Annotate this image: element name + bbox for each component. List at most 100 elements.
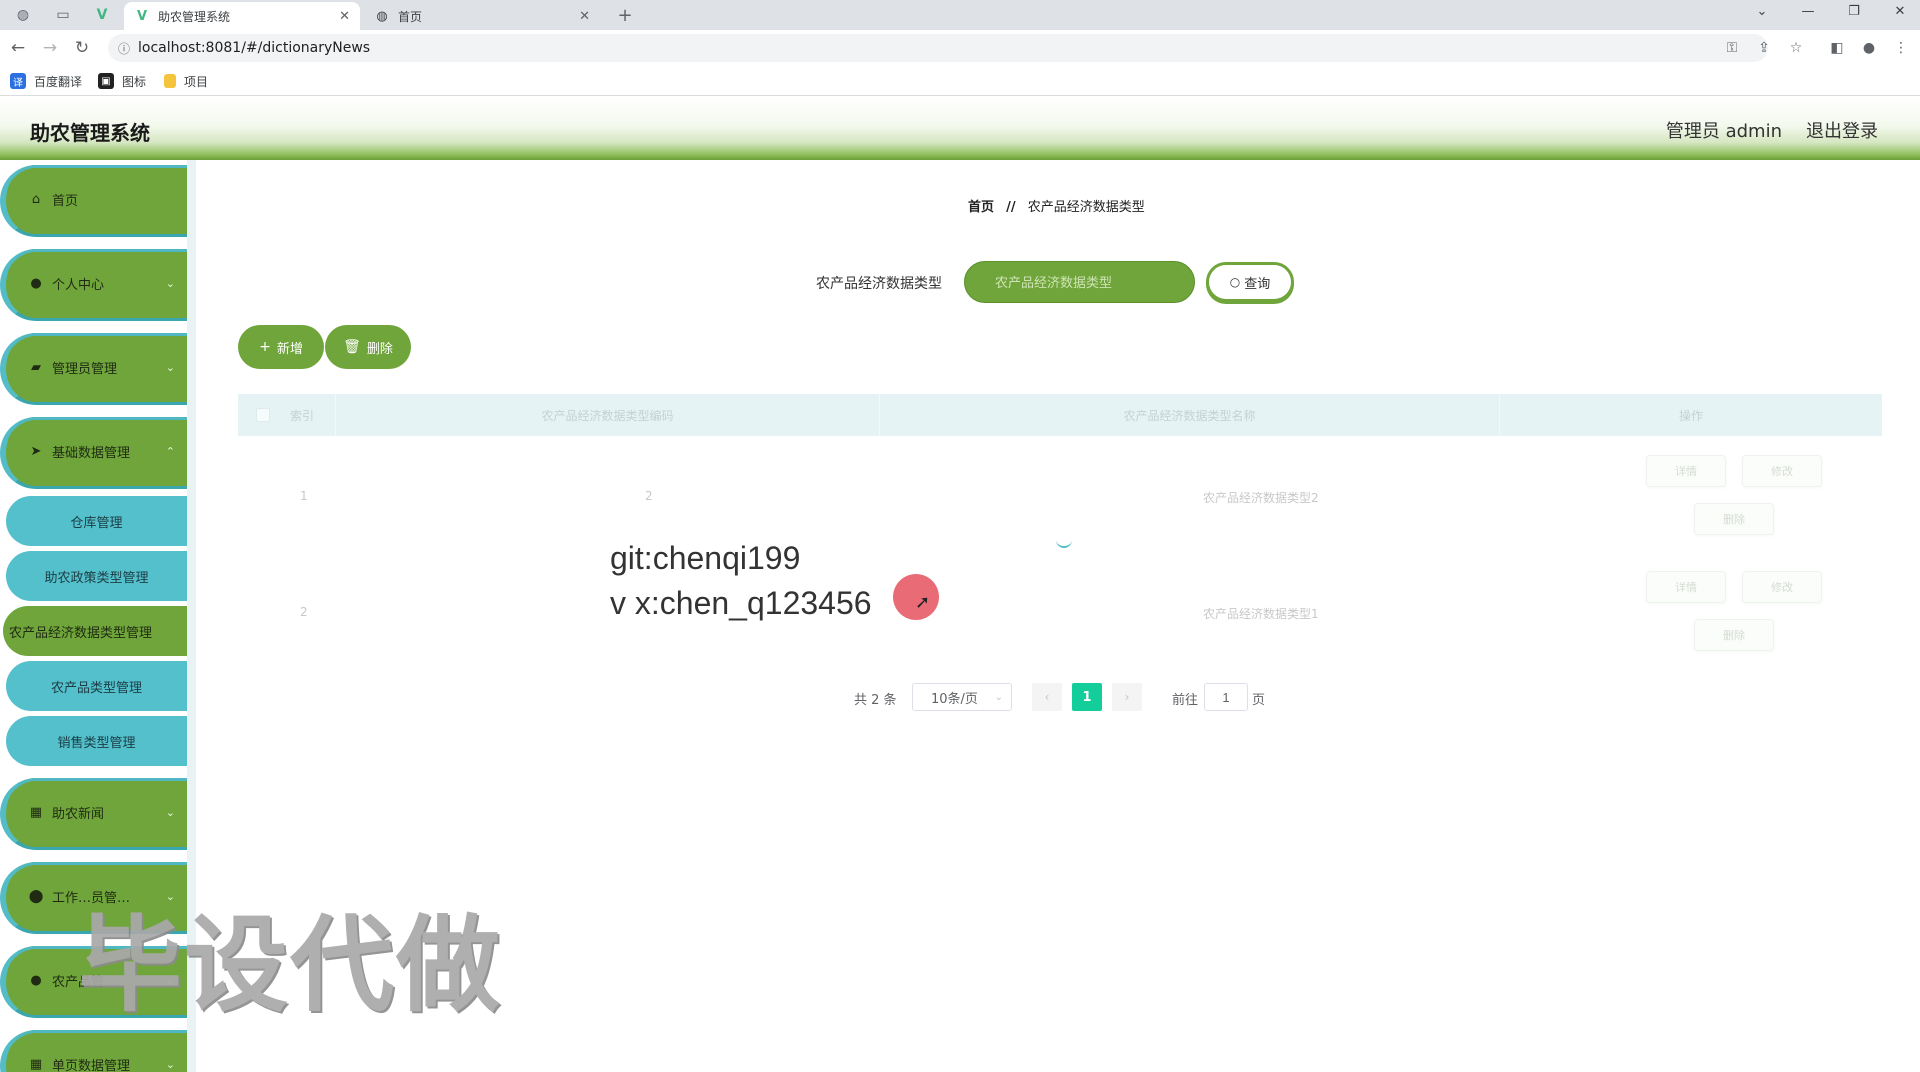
add-button[interactable]: + 新增 bbox=[238, 325, 324, 369]
loading-spinner-icon bbox=[1056, 540, 1072, 548]
goto-label: 前往 bbox=[1172, 693, 1199, 708]
select-all-checkbox[interactable] bbox=[256, 408, 270, 422]
sidebar-item-personal-center[interactable]: ● 个人中心 ⌄ bbox=[0, 249, 187, 321]
sidebar-item-news[interactable]: ▦ 助农新闻 ⌄ bbox=[0, 778, 187, 850]
breadcrumb-current: 农产品经济数据类型 bbox=[1027, 200, 1145, 215]
next-page-button[interactable]: › bbox=[1112, 683, 1142, 711]
submenu-warehouse[interactable]: 仓库管理 bbox=[6, 496, 187, 546]
search-label: 农产品经济数据类型 bbox=[816, 276, 942, 292]
window-close-icon[interactable]: ✕ bbox=[1880, 0, 1920, 22]
submenu-policy-type[interactable]: 助农政策类型管理 bbox=[6, 551, 187, 601]
delete-button[interactable]: 🗑 删除 bbox=[325, 325, 411, 369]
sidebar-item-label: 基础数据管理 bbox=[52, 446, 131, 461]
trash-icon: 🗑 bbox=[343, 339, 361, 355]
current-user: 管理员 admin bbox=[1665, 121, 1782, 142]
info-icon[interactable]: ⓘ bbox=[110, 40, 138, 57]
page-size-select[interactable]: 10条/页 ⌄ bbox=[912, 683, 1012, 711]
sidebar-item-admin-management[interactable]: ▰ 管理员管理 ⌄ bbox=[0, 333, 187, 405]
sidebar-item-single-page[interactable]: ▦ 单页数据管理 ⌄ bbox=[0, 1030, 187, 1072]
bookmarks-bar: 译 百度翻译 ▣ 图标 项目 bbox=[0, 66, 1920, 96]
menu-icon[interactable]: ⋮ bbox=[1889, 36, 1913, 60]
overlay-text-git: git:chenqi199 bbox=[610, 540, 801, 576]
tab-home[interactable]: ◍ 首页 ✕ bbox=[364, 2, 600, 30]
tab-search-icon[interactable]: ⌄ bbox=[1742, 0, 1782, 22]
reload-icon[interactable]: ↻ bbox=[70, 36, 94, 60]
mouse-cursor-icon: ➚ bbox=[915, 592, 931, 613]
bookmark-baidu-translate[interactable]: 译 百度翻译 bbox=[10, 72, 82, 90]
pagination-total: 共 2 条 bbox=[854, 693, 897, 708]
app-title: 助农管理系统 bbox=[30, 121, 150, 145]
query-button-label: 查询 bbox=[1244, 276, 1271, 292]
restore-icon[interactable]: ❐ bbox=[1834, 0, 1874, 22]
search-input[interactable] bbox=[964, 261, 1195, 303]
cell-index: 1 bbox=[300, 489, 308, 503]
address-bar[interactable]: ⓘ localhost:8081/#/dictionaryNews bbox=[108, 34, 1768, 62]
bookmark-label: 图标 bbox=[122, 74, 147, 89]
delete-button-label: 删除 bbox=[366, 341, 393, 357]
pinned-tab-globe-icon[interactable]: ◍ bbox=[10, 3, 36, 27]
tab-active[interactable]: V 助农管理系统 ✕ bbox=[124, 2, 360, 30]
back-icon[interactable]: ← bbox=[6, 36, 30, 60]
column-header-actions: 操作 bbox=[1678, 408, 1703, 423]
row-delete-button[interactable]: 删除 bbox=[1694, 619, 1774, 651]
detail-button[interactable]: 详情 bbox=[1646, 455, 1726, 487]
column-header-code: 农产品经济数据类型编码 bbox=[336, 394, 880, 436]
cell-name: 农产品经济数据类型1 bbox=[1203, 607, 1319, 621]
cell-index: 2 bbox=[300, 605, 308, 619]
page-number-button[interactable]: 1 bbox=[1072, 683, 1102, 711]
chevron-down-icon: ⌄ bbox=[994, 691, 1003, 703]
sidebar-item-label: 助农新闻 bbox=[52, 807, 105, 822]
breadcrumb: 首页 // 农产品经济数据类型 bbox=[968, 196, 1145, 215]
bookmark-icons[interactable]: ▣ 图标 bbox=[98, 72, 146, 90]
home-icon: ⌂ bbox=[31, 192, 41, 207]
pinned-tab-vue-icon[interactable]: V bbox=[89, 3, 115, 27]
submenu-product-type[interactable]: 农产品类型管理 bbox=[6, 661, 187, 711]
sidebar-item-home[interactable]: ⌂ 首页 bbox=[0, 165, 187, 237]
overlay-text-wechat: v x:chen_q123456 bbox=[610, 585, 872, 621]
edit-button[interactable]: 修改 bbox=[1742, 571, 1822, 603]
goto-page-input[interactable] bbox=[1204, 683, 1248, 711]
prev-page-button[interactable]: ‹ bbox=[1032, 683, 1062, 711]
profile-icon[interactable]: ● bbox=[1857, 36, 1881, 60]
image-icon: ▣ bbox=[98, 73, 114, 89]
submenu-economic-data-type[interactable]: 农产品经济数据类型管理 bbox=[3, 606, 187, 656]
bookmark-label: 项目 bbox=[184, 74, 209, 89]
cell-name: 农产品经济数据类型2 bbox=[1203, 491, 1319, 505]
table-header: 索引 农产品经济数据类型编码 农产品经济数据类型名称 操作 bbox=[238, 394, 1882, 436]
detail-button[interactable]: 详情 bbox=[1646, 571, 1726, 603]
bookmark-label: 百度翻译 bbox=[34, 74, 83, 89]
sidebar-item-basic-data[interactable]: ➤ 基础数据管理 ⌃ bbox=[0, 417, 187, 489]
add-button-label: 新增 bbox=[276, 341, 303, 357]
chevron-down-icon: ⌄ bbox=[165, 1058, 175, 1071]
bookmark-project[interactable]: 项目 bbox=[164, 72, 208, 90]
tab-title: 助农管理系统 bbox=[158, 9, 231, 24]
logout-link[interactable]: 退出登录 bbox=[1806, 117, 1878, 143]
breadcrumb-home[interactable]: 首页 bbox=[968, 200, 994, 215]
grid-icon: ▦ bbox=[29, 1057, 43, 1072]
chevron-up-icon: ⌃ bbox=[165, 445, 175, 458]
app-header: 助农管理系统 管理员 admin 退出登录 bbox=[0, 97, 1920, 160]
chevron-down-icon: ⌄ bbox=[165, 806, 175, 819]
key-icon[interactable]: ⚿ bbox=[1720, 36, 1744, 60]
page-unit: 页 bbox=[1252, 693, 1266, 708]
close-icon[interactable]: ✕ bbox=[339, 9, 350, 24]
globe-icon: ◍ bbox=[376, 8, 388, 24]
forward-icon[interactable]: → bbox=[38, 36, 62, 60]
submenu-sales-type[interactable]: 销售类型管理 bbox=[6, 716, 187, 766]
star-icon[interactable]: ☆ bbox=[1784, 36, 1808, 60]
close-icon[interactable]: ✕ bbox=[579, 9, 590, 24]
admin-icon: ▰ bbox=[31, 360, 41, 375]
minimize-icon[interactable]: — bbox=[1788, 0, 1828, 22]
share-icon[interactable]: ⇪ bbox=[1752, 36, 1776, 60]
edit-button[interactable]: 修改 bbox=[1742, 455, 1822, 487]
row-delete-button[interactable]: 删除 bbox=[1694, 503, 1774, 535]
column-header-index: 索引 bbox=[284, 394, 336, 436]
search-icon: ○ bbox=[1229, 275, 1241, 289]
grid-icon: ▦ bbox=[29, 805, 43, 820]
breadcrumb-separator: // bbox=[1006, 200, 1016, 215]
pinned-tab-blank-icon[interactable]: ▭ bbox=[50, 3, 76, 27]
column-header-name: 农产品经济数据类型名称 bbox=[880, 394, 1500, 436]
new-tab-icon[interactable]: + bbox=[612, 3, 638, 27]
query-button[interactable]: ○ 查询 bbox=[1206, 262, 1294, 302]
sidepanel-icon[interactable]: ◧ bbox=[1825, 36, 1849, 60]
